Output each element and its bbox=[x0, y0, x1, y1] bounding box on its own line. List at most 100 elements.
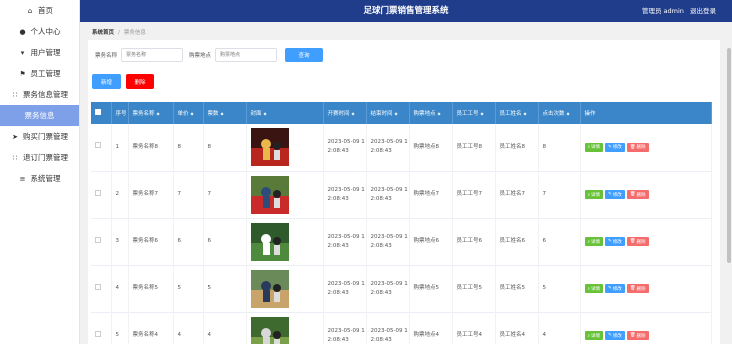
add-button[interactable]: 新增 bbox=[92, 74, 121, 89]
col-header[interactable]: 结束时间 ◆ bbox=[366, 102, 410, 124]
sort-icon: ◆ bbox=[156, 111, 160, 116]
remove-button[interactable]: 🗑 删除 bbox=[626, 142, 649, 152]
sidebar-item-label: 个人中心 bbox=[30, 27, 61, 36]
col-header[interactable]: 开赛时间 ◆ bbox=[323, 102, 367, 124]
cell-cover bbox=[246, 218, 324, 265]
table-row: 2 票务名称7 7 7 2023-05-09 12:08:43 2023-05-… bbox=[91, 171, 712, 218]
select-all-checkbox[interactable] bbox=[91, 102, 112, 124]
edit-button[interactable]: ✎ 修改 bbox=[605, 142, 625, 152]
detail-button[interactable]: ⌕ 详情 bbox=[584, 284, 604, 293]
row-checkbox[interactable] bbox=[91, 124, 112, 171]
col-header[interactable]: 员工姓名 ◆ bbox=[495, 102, 539, 124]
trash-icon: 🗑 bbox=[629, 286, 636, 291]
cover-image bbox=[250, 316, 289, 344]
edit-button[interactable]: ✎ 修改 bbox=[605, 237, 625, 246]
pencil-icon: ✎ bbox=[608, 286, 612, 291]
pencil-icon: ✎ bbox=[608, 333, 612, 338]
sidebar-item-refund[interactable]: ∷ 退订门票管理 bbox=[0, 147, 79, 168]
home-icon: ⌂ bbox=[27, 6, 33, 15]
logout-link[interactable]: 退出登录 bbox=[690, 7, 716, 15]
cell-staff-name: 员工姓名4 bbox=[495, 312, 539, 344]
detail-button[interactable]: ⌕ 详情 bbox=[584, 331, 604, 340]
col-header[interactable]: 票数 ◆ bbox=[203, 102, 247, 124]
sidebar-item-users[interactable]: ▾ 用户管理 bbox=[0, 42, 79, 63]
cell-index: 3 bbox=[111, 218, 129, 265]
col-header[interactable]: 票务名称 ◆ bbox=[128, 102, 174, 124]
scrollbar[interactable] bbox=[726, 22, 732, 344]
col-header[interactable]: 点击次数 ◆ bbox=[538, 102, 581, 124]
cell-count: 8 bbox=[203, 124, 247, 171]
cell-place: 购票地点7 bbox=[409, 171, 453, 218]
row-checkbox[interactable] bbox=[91, 218, 112, 265]
sidebar-item-label: 首页 bbox=[38, 6, 53, 15]
remove-button[interactable]: 🗑 删除 bbox=[626, 237, 649, 246]
sidebar-item-ticket-mgmt[interactable]: ∷ 票务信息管理 bbox=[0, 84, 79, 105]
cell-price: 5 bbox=[173, 265, 204, 312]
place-search-input[interactable] bbox=[215, 48, 278, 62]
sidebar-item-label: 退订门票管理 bbox=[23, 153, 68, 162]
table-row: 3 票务名称6 6 6 2023-05-09 12:08:43 2023-05-… bbox=[91, 218, 712, 265]
cell-end-time: 2023-05-09 12:08:43 bbox=[366, 124, 410, 171]
cell-price: 6 bbox=[173, 218, 204, 265]
remove-button[interactable]: 🗑 删除 bbox=[626, 331, 649, 340]
col-header[interactable]: 员工工号 ◆ bbox=[452, 102, 496, 124]
cell-index: 1 bbox=[111, 124, 129, 171]
breadcrumb-home[interactable]: 系统首页 bbox=[92, 30, 114, 36]
table-header-row: 序号 票务名称 ◆ 单价 ◆ 票数 ◆ 封面 ◆ 开赛时间 ◆ 结束时间 ◆ 购票地点 ◆ 员… bbox=[91, 102, 712, 124]
edit-button[interactable]: ✎ 修改 bbox=[605, 190, 625, 199]
menu-icon: ≡ bbox=[19, 174, 26, 183]
sidebar: ⌂ 首页 ● 个人中心 ▾ 用户管理 ⚑ 员工管理 ∷ 票务信息管理 票务信息 ➤ 购买门票… bbox=[0, 0, 80, 344]
edit-button[interactable]: ✎ 修改 bbox=[605, 284, 625, 293]
cell-ops: ⌕ 详情 ✎ 修改 🗑 删除 bbox=[580, 124, 712, 171]
cell-staff-name: 员工姓名8 bbox=[495, 124, 539, 171]
edit-button[interactable]: ✎ 修改 bbox=[605, 331, 625, 340]
sort-icon: ◆ bbox=[220, 111, 224, 116]
cell-staff-name: 员工姓名5 bbox=[495, 265, 539, 312]
sidebar-item-system[interactable]: ≡ 系统管理 bbox=[0, 168, 79, 189]
cell-end-time: 2023-05-09 12:08:43 bbox=[366, 312, 410, 344]
name-search-input[interactable] bbox=[121, 48, 184, 62]
search-button[interactable]: 查询 bbox=[285, 48, 324, 62]
cell-cover bbox=[246, 312, 324, 344]
sidebar-item-ticket-info[interactable]: 票务信息 bbox=[0, 105, 79, 126]
detail-button[interactable]: ⌕ 详情 bbox=[584, 237, 604, 246]
cell-start-time: 2023-05-09 12:08:43 bbox=[323, 218, 367, 265]
cell-clicks: 8 bbox=[538, 124, 581, 171]
sidebar-item-profile[interactable]: ● 个人中心 bbox=[0, 21, 79, 42]
scrollbar-thumb[interactable] bbox=[727, 48, 731, 263]
search-icon: ⌕ bbox=[587, 192, 591, 198]
row-checkbox[interactable] bbox=[91, 171, 112, 218]
col-header: 操作 bbox=[580, 102, 712, 124]
sort-icon: ◆ bbox=[480, 111, 484, 116]
sidebar-item-home[interactable]: ⌂ 首页 bbox=[0, 0, 79, 21]
cell-index: 4 bbox=[111, 265, 129, 312]
user-area: 管理员 admin 退出登录 bbox=[638, 0, 716, 22]
cell-place: 购票地点4 bbox=[409, 312, 453, 344]
col-header[interactable]: 单价 ◆ bbox=[173, 102, 204, 124]
cell-cover bbox=[246, 171, 324, 218]
sidebar-item-purchase[interactable]: ➤ 购买门票管理 bbox=[0, 126, 79, 147]
detail-button[interactable]: ⌕ 详情 bbox=[584, 190, 604, 199]
delete-button[interactable]: 删除 bbox=[126, 74, 154, 89]
sort-icon: ◆ bbox=[437, 111, 441, 116]
send-icon: ➤ bbox=[12, 132, 18, 141]
cell-staff-name: 员工姓名6 bbox=[495, 218, 539, 265]
cell-price: 7 bbox=[173, 171, 204, 218]
row-checkbox[interactable] bbox=[91, 312, 112, 344]
cell-name: 票务名称7 bbox=[128, 171, 174, 218]
ticket-table: 序号 票务名称 ◆ 单价 ◆ 票数 ◆ 封面 ◆ 开赛时间 ◆ 结束时间 ◆ 购票地点 ◆ 员… bbox=[91, 102, 712, 344]
sidebar-item-label: 员工管理 bbox=[30, 69, 61, 78]
col-header[interactable]: 封面 ◆ bbox=[246, 102, 324, 124]
remove-button[interactable]: 🗑 删除 bbox=[626, 284, 649, 293]
pencil-icon: ✎ bbox=[608, 192, 612, 197]
remove-button[interactable]: 🗑 删除 bbox=[626, 190, 649, 199]
user-icon: ▾ bbox=[20, 48, 25, 57]
sidebar-item-staff[interactable]: ⚑ 员工管理 bbox=[0, 63, 79, 84]
row-checkbox[interactable] bbox=[91, 265, 112, 312]
detail-button[interactable]: ⌕ 详情 bbox=[584, 142, 604, 152]
col-header[interactable]: 购票地点 ◆ bbox=[409, 102, 453, 124]
flag-icon: ⚑ bbox=[19, 69, 26, 78]
sort-icon: ◆ bbox=[351, 111, 355, 116]
cell-price: 4 bbox=[173, 312, 204, 344]
cell-place: 购票地点5 bbox=[409, 265, 453, 312]
